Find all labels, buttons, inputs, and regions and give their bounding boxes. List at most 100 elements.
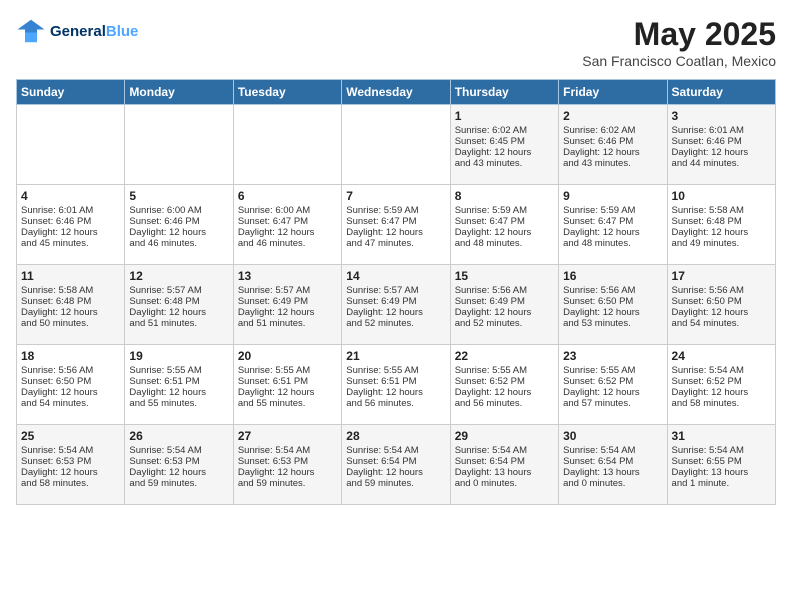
- calendar-cell: 31Sunrise: 5:54 AMSunset: 6:55 PMDayligh…: [667, 425, 775, 505]
- day-info: and 54 minutes.: [672, 318, 771, 329]
- calendar-cell: 16Sunrise: 5:56 AMSunset: 6:50 PMDayligh…: [559, 265, 667, 345]
- day-number: 10: [672, 189, 771, 203]
- day-info: and 47 minutes.: [346, 238, 445, 249]
- day-info: Sunrise: 6:01 AM: [672, 125, 771, 136]
- day-number: 25: [21, 429, 120, 443]
- day-info: Sunset: 6:46 PM: [563, 136, 662, 147]
- calendar-cell: 13Sunrise: 5:57 AMSunset: 6:49 PMDayligh…: [233, 265, 341, 345]
- weekday-header-thursday: Thursday: [450, 80, 558, 105]
- day-info: and 48 minutes.: [563, 238, 662, 249]
- day-number: 28: [346, 429, 445, 443]
- day-info: Sunset: 6:47 PM: [238, 216, 337, 227]
- day-info: Sunrise: 5:54 AM: [346, 445, 445, 456]
- day-number: 5: [129, 189, 228, 203]
- calendar-cell: 14Sunrise: 5:57 AMSunset: 6:49 PMDayligh…: [342, 265, 450, 345]
- day-number: 26: [129, 429, 228, 443]
- day-number: 2: [563, 109, 662, 123]
- day-info: Sunset: 6:50 PM: [21, 376, 120, 387]
- day-number: 8: [455, 189, 554, 203]
- calendar-cell: [125, 105, 233, 185]
- day-info: Sunset: 6:53 PM: [21, 456, 120, 467]
- logo: GeneralBlue: [16, 16, 138, 46]
- calendar-week-2: 4Sunrise: 6:01 AMSunset: 6:46 PMDaylight…: [17, 185, 776, 265]
- day-info: Sunrise: 5:57 AM: [129, 285, 228, 296]
- day-number: 24: [672, 349, 771, 363]
- day-info: Daylight: 12 hours: [21, 307, 120, 318]
- day-number: 27: [238, 429, 337, 443]
- day-info: Sunrise: 5:59 AM: [563, 205, 662, 216]
- day-number: 21: [346, 349, 445, 363]
- day-number: 4: [21, 189, 120, 203]
- day-info: Sunrise: 5:54 AM: [672, 365, 771, 376]
- calendar-week-1: 1Sunrise: 6:02 AMSunset: 6:45 PMDaylight…: [17, 105, 776, 185]
- day-number: 7: [346, 189, 445, 203]
- day-number: 11: [21, 269, 120, 283]
- day-info: and 46 minutes.: [238, 238, 337, 249]
- calendar-cell: 11 Sunrise: 5:58 AMSunset: 6:48 PMDayligh…: [17, 265, 125, 345]
- day-info: and 49 minutes.: [672, 238, 771, 249]
- day-number: 3: [672, 109, 771, 123]
- day-info: and 56 minutes.: [455, 398, 554, 409]
- day-info: Sunrise: 5:56 AM: [455, 285, 554, 296]
- day-info: Sunset: 6:47 PM: [455, 216, 554, 227]
- day-info: Daylight: 12 hours: [238, 307, 337, 318]
- day-info: Sunset: 6:53 PM: [129, 456, 228, 467]
- day-info: Sunset: 6:47 PM: [563, 216, 662, 227]
- weekday-header-saturday: Saturday: [667, 80, 775, 105]
- day-info: and 55 minutes.: [238, 398, 337, 409]
- day-info: Sunrise: 5:58 AM: [672, 205, 771, 216]
- calendar-cell: 6Sunrise: 6:00 AMSunset: 6:47 PMDaylight…: [233, 185, 341, 265]
- day-info: Daylight: 12 hours: [563, 387, 662, 398]
- day-number: 31: [672, 429, 771, 443]
- calendar-cell: 30Sunrise: 5:54 AMSunset: 6:54 PMDayligh…: [559, 425, 667, 505]
- day-info: and 52 minutes.: [346, 318, 445, 329]
- weekday-header-tuesday: Tuesday: [233, 80, 341, 105]
- calendar-cell: 27Sunrise: 5:54 AMSunset: 6:53 PMDayligh…: [233, 425, 341, 505]
- day-info: and 58 minutes.: [21, 478, 120, 489]
- day-info: Daylight: 12 hours: [346, 387, 445, 398]
- day-info: Sunrise: 5:59 AM: [346, 205, 445, 216]
- day-info: Sunrise: 5:55 AM: [238, 365, 337, 376]
- page-header: GeneralBlue May 2025 San Francisco Coatl…: [16, 16, 776, 69]
- calendar-cell: 28Sunrise: 5:54 AMSunset: 6:54 PMDayligh…: [342, 425, 450, 505]
- calendar-cell: [342, 105, 450, 185]
- day-info: Sunrise: 5:54 AM: [21, 445, 120, 456]
- day-info: Sunrise: 6:00 AM: [129, 205, 228, 216]
- day-info: Sunset: 6:46 PM: [21, 216, 120, 227]
- day-info: and 1 minute.: [672, 478, 771, 489]
- day-info: and 54 minutes.: [21, 398, 120, 409]
- day-info: Sunset: 6:50 PM: [672, 296, 771, 307]
- day-info: and 0 minutes.: [455, 478, 554, 489]
- day-info: Daylight: 12 hours: [455, 307, 554, 318]
- day-info: Daylight: 12 hours: [21, 387, 120, 398]
- logo-icon: [16, 16, 46, 46]
- day-info: Daylight: 12 hours: [672, 307, 771, 318]
- logo-text: GeneralBlue: [50, 23, 138, 40]
- calendar-body: 1Sunrise: 6:02 AMSunset: 6:45 PMDaylight…: [17, 105, 776, 505]
- day-info: and 51 minutes.: [238, 318, 337, 329]
- day-info: Daylight: 12 hours: [672, 387, 771, 398]
- day-info: Daylight: 12 hours: [129, 227, 228, 238]
- day-info: and 59 minutes.: [346, 478, 445, 489]
- day-number: 22: [455, 349, 554, 363]
- day-info: and 51 minutes.: [129, 318, 228, 329]
- day-number: 15: [455, 269, 554, 283]
- day-info: Sunrise: 5:58 AM: [21, 285, 120, 296]
- day-info: Sunset: 6:48 PM: [21, 296, 120, 307]
- day-number: 6: [238, 189, 337, 203]
- calendar-cell: 29Sunrise: 5:54 AMSunset: 6:54 PMDayligh…: [450, 425, 558, 505]
- day-info: Sunrise: 5:54 AM: [672, 445, 771, 456]
- calendar-cell: 8Sunrise: 5:59 AMSunset: 6:47 PMDaylight…: [450, 185, 558, 265]
- day-info: Daylight: 12 hours: [346, 227, 445, 238]
- day-info: Sunrise: 5:54 AM: [129, 445, 228, 456]
- day-info: Daylight: 12 hours: [346, 467, 445, 478]
- day-info: Sunrise: 5:57 AM: [238, 285, 337, 296]
- day-info: Sunset: 6:45 PM: [455, 136, 554, 147]
- day-info: Sunset: 6:54 PM: [455, 456, 554, 467]
- day-info: and 44 minutes.: [672, 158, 771, 169]
- day-info: Sunset: 6:48 PM: [129, 296, 228, 307]
- calendar-cell: 17Sunrise: 5:56 AMSunset: 6:50 PMDayligh…: [667, 265, 775, 345]
- day-info: Sunset: 6:52 PM: [455, 376, 554, 387]
- calendar-cell: 15Sunrise: 5:56 AMSunset: 6:49 PMDayligh…: [450, 265, 558, 345]
- day-info: Sunrise: 5:56 AM: [21, 365, 120, 376]
